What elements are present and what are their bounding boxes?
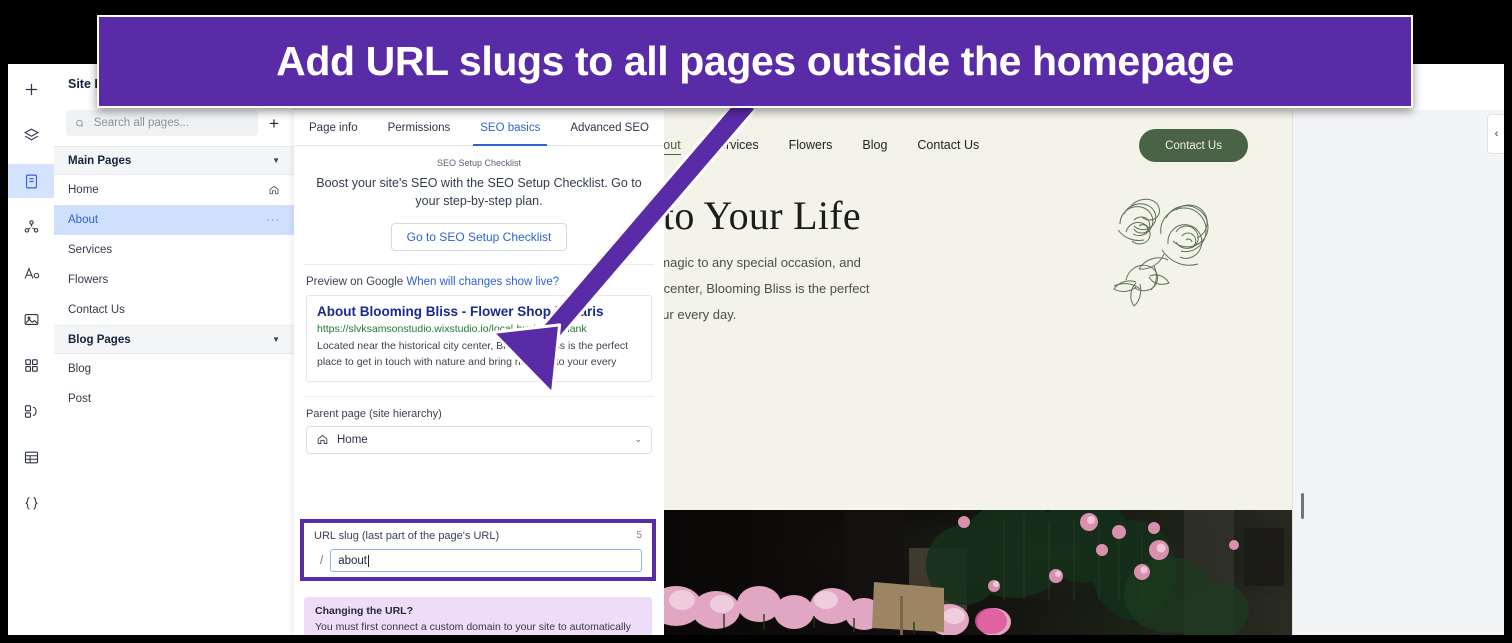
table-icon[interactable]	[8, 440, 54, 474]
go-to-seo-checklist-button[interactable]: Go to SEO Setup Checklist	[390, 223, 568, 252]
group-label: Blog Pages	[68, 333, 131, 346]
seo-checklist-block: SEO Setup Checklist Boost your site's SE…	[294, 146, 664, 252]
annotation-banner: Add URL slugs to all pages outside the h…	[97, 15, 1413, 108]
page-label: About	[68, 214, 99, 226]
url-slug-value: about	[338, 554, 367, 567]
page-label: Post	[68, 393, 92, 405]
google-result-url: https://slvksamsonstudio.wixstudio.io/lo…	[317, 323, 587, 336]
group-header-main-pages[interactable]: Main Pages ▼	[54, 146, 294, 175]
page-label: Blog	[68, 363, 92, 375]
google-result-card: About Blooming Bliss - Flower Shop in Pa…	[306, 295, 652, 382]
url-slug-highlight: URL slug (last part of the page's URL) 5…	[300, 519, 656, 581]
tab-permissions[interactable]: Permissions	[373, 110, 466, 145]
connections-icon[interactable]	[8, 210, 54, 244]
url-slug-label: URL slug (last part of the page's URL)	[314, 530, 500, 542]
checklist-kicker: SEO Setup Checklist	[436, 158, 522, 168]
pages-icon[interactable]	[8, 164, 54, 198]
chevron-down-icon: ▼	[272, 156, 280, 165]
url-slug-input[interactable]: about	[330, 549, 642, 572]
contact-us-cta-button[interactable]: Contact Us	[1139, 129, 1248, 162]
sidebar-item-blog[interactable]: Blog	[54, 354, 294, 384]
preview-label: Preview on Google When will changes show…	[306, 276, 652, 288]
sidebar-item-contact-us[interactable]: Contact Us	[54, 295, 294, 325]
sidebar-item-post[interactable]: Post	[54, 384, 294, 414]
nav-link-contact-us[interactable]: Contact Us	[917, 138, 979, 152]
google-result-description: Located near the historical city center,…	[317, 340, 629, 369]
page-label: Flowers	[68, 274, 109, 286]
sidebar-item-about[interactable]: About ···	[54, 205, 294, 235]
more-options-icon[interactable]: ···	[266, 214, 280, 226]
info-title: Changing the URL?	[315, 605, 413, 617]
site-preview: About Services Flowers Blog Contact Us C…	[664, 110, 1292, 635]
when-changes-show-live-link[interactable]: When will changes show live?	[406, 276, 559, 288]
site-nav: About Services Flowers Blog Contact Us C…	[664, 110, 1292, 180]
page-label: Services	[68, 244, 113, 256]
right-canvas-area: ‹	[1292, 110, 1504, 635]
nav-link-about[interactable]: About	[664, 138, 681, 155]
sidebar-item-flowers[interactable]: Flowers	[54, 265, 294, 295]
image-icon[interactable]	[8, 302, 54, 336]
search-input[interactable]	[91, 116, 249, 130]
google-preview-section: Preview on Google When will changes show…	[294, 265, 664, 382]
text-cursor	[367, 554, 369, 567]
url-slug-prefix: /	[320, 554, 324, 567]
changing-url-info-box: Changing the URL? You must first connect…	[304, 597, 652, 635]
url-slug-field: URL slug (last part of the page's URL) 5…	[304, 523, 652, 572]
app-window: Site Pages + Main Pages ▼ Home About	[8, 64, 1504, 635]
home-icon	[316, 433, 329, 446]
home-icon	[268, 184, 280, 196]
dev-icon[interactable]	[8, 394, 54, 428]
add-icon[interactable]	[8, 72, 54, 106]
tab-seo-basics[interactable]: SEO basics	[465, 110, 555, 146]
url-slug-char-count: 5	[636, 530, 642, 541]
info-body: You must first connect a custom domain t…	[315, 621, 631, 633]
sidebar-item-home[interactable]: Home	[54, 175, 294, 205]
add-page-button[interactable]: +	[266, 115, 282, 132]
site-nav-links: About Services Flowers Blog Contact Us	[664, 138, 979, 155]
seo-tab-bar: Page info Permissions SEO basics Advance…	[294, 110, 669, 146]
nav-link-blog[interactable]: Blog	[862, 138, 887, 152]
resize-handle[interactable]	[1301, 493, 1304, 519]
group-header-blog-pages[interactable]: Blog Pages ▼	[54, 325, 294, 354]
chevron-down-icon: ▼	[272, 335, 280, 344]
preview-label-text: Preview on Google	[306, 276, 404, 289]
text-icon[interactable]	[8, 256, 54, 290]
tab-advanced-seo[interactable]: Advanced SEO	[555, 110, 664, 145]
nav-link-flowers[interactable]: Flowers	[789, 138, 833, 152]
checklist-description: Boost your site's SEO with the SEO Setup…	[316, 176, 642, 209]
hero-heading: Into Your Life	[664, 193, 861, 238]
apps-icon[interactable]	[8, 348, 54, 382]
url-slug-row: / about	[314, 549, 642, 572]
parent-page-section: Parent page (site hierarchy) Home ⌄	[294, 397, 664, 454]
flower-shop-photo	[664, 510, 1292, 635]
nav-link-services[interactable]: Services	[711, 138, 759, 152]
sidebar-item-services[interactable]: Services	[54, 235, 294, 265]
pages-panel: Site Pages + Main Pages ▼ Home About	[54, 64, 295, 635]
page-label: Home	[68, 184, 99, 196]
group-label: Main Pages	[68, 154, 132, 167]
search-input-wrap[interactable]	[66, 110, 258, 136]
google-result-title: About Blooming Bliss - Flower Shop in Pa…	[317, 304, 604, 320]
chevron-down-icon: ⌄	[634, 434, 642, 445]
page-label: Contact Us	[68, 304, 125, 316]
screenshot-root: Site Pages + Main Pages ▼ Home About	[0, 0, 1512, 643]
left-icon-rail	[8, 64, 55, 635]
hero-section: Into Your Life and magic to any special …	[664, 180, 1292, 390]
parent-page-value: Home	[337, 433, 368, 446]
search-row: +	[54, 104, 294, 146]
parent-page-select[interactable]: Home ⌄	[306, 425, 652, 454]
braces-icon[interactable]	[8, 486, 54, 520]
collapse-panel-chevron-left-icon[interactable]: ‹	[1487, 114, 1504, 154]
tab-page-info[interactable]: Page info	[294, 110, 373, 145]
rose-illustration	[1113, 198, 1209, 307]
annotation-banner-text: Add URL slugs to all pages outside the h…	[276, 38, 1234, 84]
layers-icon[interactable]	[8, 118, 54, 152]
parent-page-label: Parent page (site hierarchy)	[306, 407, 442, 420]
search-icon	[76, 119, 84, 127]
